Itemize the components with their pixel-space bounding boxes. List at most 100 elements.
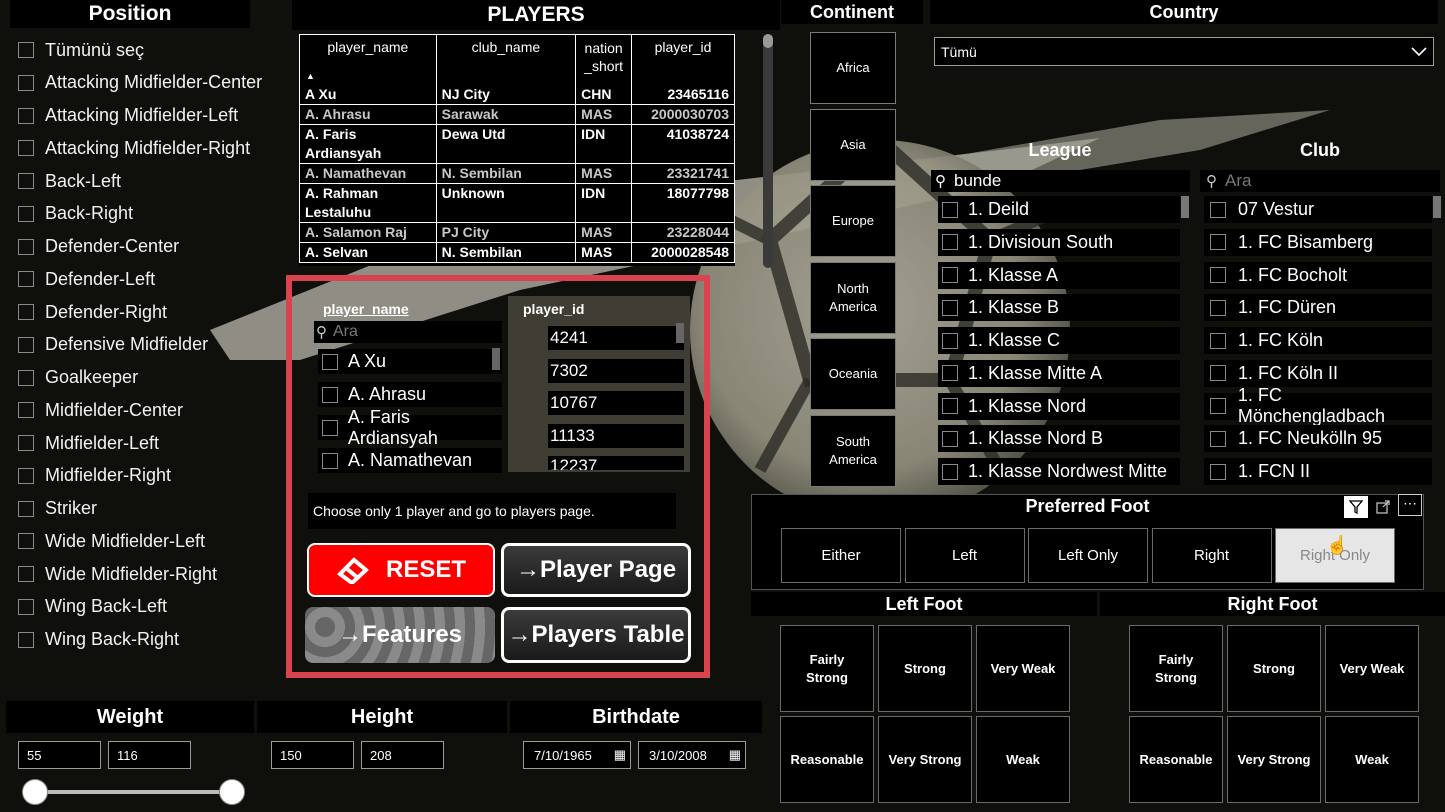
left-foot-option[interactable]: Fairly Strong <box>780 625 874 712</box>
checkbox[interactable] <box>18 336 34 353</box>
league-item[interactable]: 1. Klasse Nord B <box>938 425 1180 453</box>
league-item[interactable]: 1. Klasse Mitte A <box>938 359 1180 387</box>
club-item[interactable]: 1. FC Neukölln 95 <box>1204 425 1432 453</box>
left-foot-option[interactable]: Weak <box>976 716 1070 803</box>
league-item[interactable]: 1. Klasse C <box>938 327 1180 354</box>
checkbox[interactable] <box>1210 299 1226 316</box>
checkbox[interactable] <box>1210 201 1226 218</box>
club-item[interactable]: 1. FC Düren <box>1204 294 1432 322</box>
right-foot-option[interactable]: Very Weak <box>1325 625 1419 712</box>
preferred-foot-option[interactable]: Either <box>781 528 901 583</box>
col-club-name[interactable]: club_name <box>436 34 577 85</box>
table-row[interactable]: A. Ahrasu Sarawak MAS 2000030703 <box>299 104 735 125</box>
preferred-foot-option[interactable]: Right <box>1151 528 1272 583</box>
checkbox[interactable] <box>942 299 958 316</box>
preferred-foot-option[interactable]: Left Only <box>1028 528 1148 583</box>
position-item[interactable]: Goalkeeper <box>18 366 138 390</box>
checkbox[interactable] <box>18 205 34 222</box>
checkbox[interactable] <box>942 267 958 283</box>
league-item[interactable]: 1. Klasse A <box>938 261 1180 289</box>
checkbox[interactable] <box>942 234 958 251</box>
position-item[interactable]: Attacking Midfielder-Right <box>18 136 250 160</box>
player-id-item[interactable]: 4241 <box>548 326 684 350</box>
league-item[interactable]: 1. Klasse B <box>938 294 1180 322</box>
preferred-foot-option[interactable]: Left <box>904 528 1025 583</box>
club-search-box[interactable]: ⚲ Ara <box>1200 170 1440 192</box>
col-player-id[interactable]: player_id <box>632 35 735 85</box>
position-item[interactable]: Attacking Midfielder-Center <box>18 71 262 95</box>
league-item[interactable]: 1. Klasse Nordwest Mitte <box>938 458 1180 485</box>
continent-tile[interactable]: Europe <box>810 185 896 257</box>
player-search-box[interactable]: ⚲ Ara <box>314 321 502 343</box>
player-id-item[interactable]: 11133 <box>548 423 684 448</box>
height-min-input[interactable]: 150 <box>271 741 354 769</box>
continent-tile[interactable]: South America <box>810 414 896 487</box>
filter-icon[interactable] <box>1344 496 1368 518</box>
checkbox[interactable] <box>942 463 958 480</box>
right-foot-option[interactable]: Reasonable <box>1129 716 1223 803</box>
right-foot-option[interactable]: Weak <box>1325 716 1419 803</box>
checkbox[interactable] <box>18 500 34 517</box>
left-foot-option[interactable]: Very Weak <box>976 625 1070 712</box>
player-id-scrollbar[interactable] <box>676 323 684 343</box>
continent-tile[interactable]: Africa <box>810 32 896 104</box>
checkbox[interactable] <box>942 398 958 414</box>
position-item[interactable]: Back-Left <box>18 169 121 193</box>
checkbox[interactable] <box>942 365 958 382</box>
weight-min-handle[interactable] <box>22 779 48 805</box>
position-item[interactable]: Defender-Center <box>18 235 179 259</box>
checkbox[interactable] <box>18 74 34 91</box>
checkbox[interactable] <box>18 238 34 255</box>
table-row[interactable]: A. Salamon Raj PJ City MAS 23228044 <box>299 222 735 243</box>
checkbox[interactable] <box>18 140 34 157</box>
birthdate-from-input[interactable]: 7/10/1965 ▦ <box>523 741 631 769</box>
right-foot-option[interactable]: Fairly Strong <box>1129 625 1223 712</box>
position-item[interactable]: Wide Midfielder-Right <box>18 562 217 586</box>
position-item[interactable]: Defender-Left <box>18 267 155 291</box>
league-item[interactable]: 1. Divisioun South <box>938 228 1180 256</box>
checkbox[interactable] <box>322 419 338 436</box>
weight-max-input[interactable]: 116 <box>108 741 191 769</box>
checkbox[interactable] <box>18 402 34 419</box>
position-item[interactable]: Back-Right <box>18 202 133 226</box>
position-item[interactable]: Midfielder-Center <box>18 398 183 422</box>
position-item[interactable]: Striker <box>18 497 97 521</box>
player-page-button[interactable]: →Player Page <box>501 543 691 597</box>
checkbox[interactable] <box>1210 463 1226 480</box>
height-max-input[interactable]: 208 <box>361 741 444 769</box>
checkbox[interactable] <box>18 566 34 582</box>
table-row[interactable]: A. Selvan N. Sembilan MAS 2000028548 <box>299 242 735 263</box>
position-item[interactable]: Attacking Midfielder-Left <box>18 104 238 128</box>
club-item[interactable]: 1. FC Bisamberg <box>1204 228 1432 256</box>
checkbox[interactable] <box>18 173 34 189</box>
checkbox[interactable] <box>1210 365 1226 382</box>
col-nation-short[interactable]: nation _short <box>575 34 633 85</box>
player-id-item[interactable]: 7302 <box>548 358 684 383</box>
position-item[interactable]: Defender-Right <box>18 300 167 324</box>
position-item[interactable]: Wing Back-Left <box>18 595 167 619</box>
continent-tile[interactable]: Oceania <box>810 338 896 410</box>
club-item[interactable]: 1. FC Mönchengladbach <box>1204 385 1432 426</box>
features-button[interactable]: →Features <box>305 607 495 663</box>
checkbox[interactable] <box>1210 234 1226 251</box>
country-dropdown[interactable]: Tümü <box>934 37 1434 66</box>
birthdate-to-input[interactable]: 3/10/2008 ▦ <box>638 741 746 769</box>
checkbox[interactable] <box>18 107 34 124</box>
players-table-scrollbar[interactable] <box>763 34 773 268</box>
player-id-item[interactable]: 12237 <box>548 456 684 470</box>
club-scrollbar[interactable] <box>1433 196 1441 218</box>
checkbox[interactable] <box>322 452 338 469</box>
club-item[interactable]: 1. FC Köln II <box>1204 359 1432 387</box>
league-search-box[interactable]: ⚲ bunde <box>931 170 1190 192</box>
club-item[interactable]: 07 Vestur <box>1204 196 1432 223</box>
focus-mode-icon[interactable] <box>1371 496 1395 518</box>
more-options-icon[interactable]: ⋯ <box>1398 494 1422 516</box>
table-row[interactable]: A Xu NJ City CHN 23465116 <box>299 84 735 105</box>
weight-min-input[interactable]: 55 <box>18 741 101 769</box>
reset-button[interactable]: RESET <box>307 543 495 597</box>
col-player-name[interactable]: player_name ▲ <box>299 34 437 85</box>
checkbox[interactable] <box>18 42 34 58</box>
checkbox[interactable] <box>1210 267 1226 283</box>
checkbox[interactable] <box>322 386 338 403</box>
player-name-item[interactable]: A. Namathevan <box>318 448 502 473</box>
